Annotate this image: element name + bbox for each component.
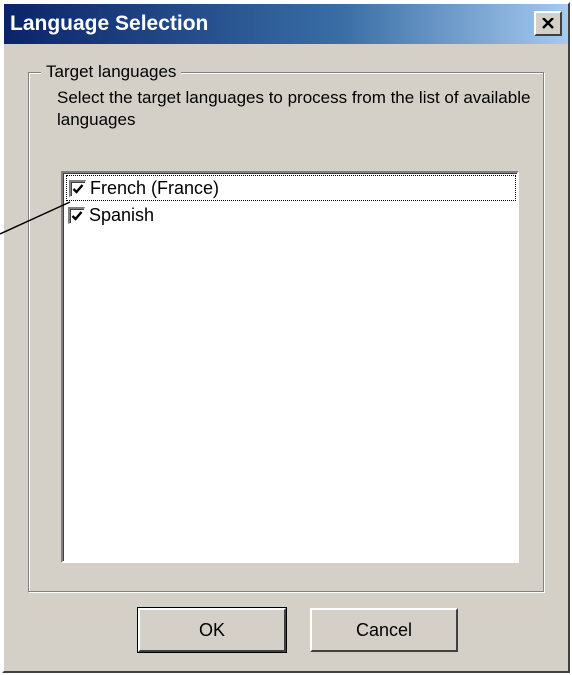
group-description: Select the target languages to process f… [57, 88, 531, 129]
list-item-spanish[interactable]: Spanish [66, 203, 516, 229]
list-item-french[interactable]: French (France) [66, 175, 516, 201]
list-item-label: French (France) [90, 178, 220, 198]
language-selection-dialog: Language Selection Target languages Sele… [2, 2, 570, 673]
cancel-button[interactable]: Cancel [310, 608, 458, 652]
list-item-label: Spanish [89, 205, 155, 225]
close-x-icon [542, 18, 554, 29]
close-button[interactable] [534, 11, 562, 36]
ok-button[interactable]: OK [137, 607, 287, 653]
title-bar[interactable]: Language Selection [4, 4, 568, 44]
language-listbox[interactable]: French (France) Spanish [61, 171, 519, 563]
callout-pointer-line [0, 201, 71, 235]
target-languages-group: Target languages Select the target langu… [28, 61, 544, 592]
